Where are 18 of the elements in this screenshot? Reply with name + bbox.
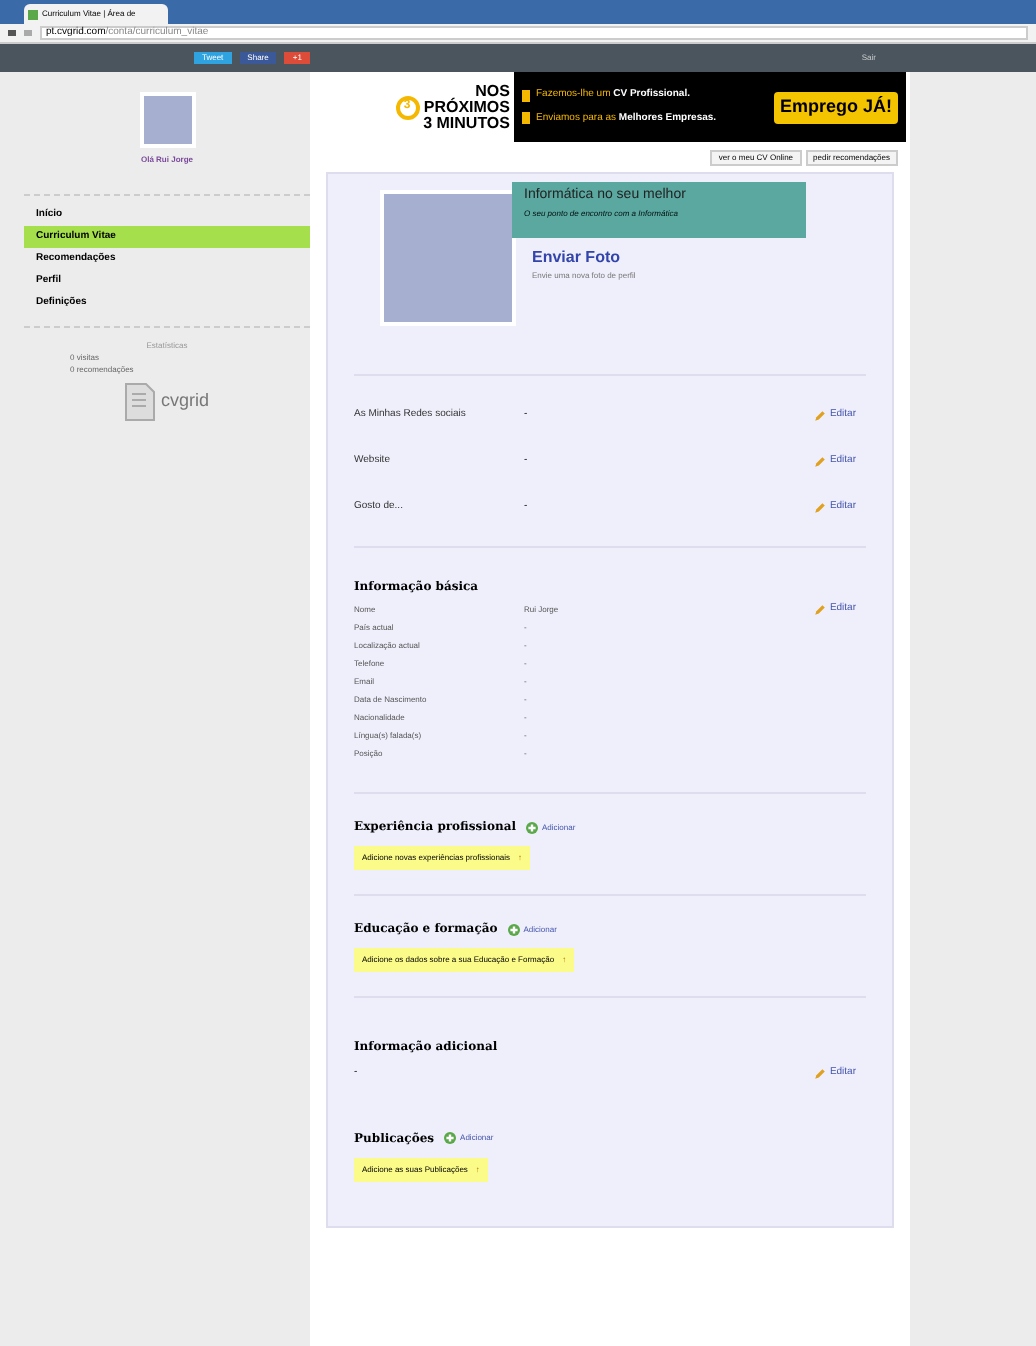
pencil-icon xyxy=(813,603,826,616)
profile-photo-placeholder xyxy=(380,190,516,326)
pencil-icon xyxy=(813,1067,826,1080)
ad-headline: NOS xyxy=(475,83,510,99)
avatar-placeholder xyxy=(139,92,195,148)
plus-icon xyxy=(444,1132,457,1144)
ad-headline: PRÓXIMOS xyxy=(423,99,510,115)
favicon-icon xyxy=(28,9,38,19)
upload-photo-link[interactable]: Enviar Foto xyxy=(532,246,636,270)
pencil-icon xyxy=(813,409,826,421)
cvgrid-logo: cvgrid xyxy=(160,388,209,415)
cta-button[interactable]: Emprego JÁ! xyxy=(773,91,898,123)
plus-icon xyxy=(525,821,538,833)
pencil-icon xyxy=(813,501,826,513)
ad-headline: 3 MINUTOS xyxy=(423,115,510,131)
pencil-icon xyxy=(813,455,826,467)
plus-icon xyxy=(507,923,520,935)
document-icon xyxy=(124,382,157,422)
